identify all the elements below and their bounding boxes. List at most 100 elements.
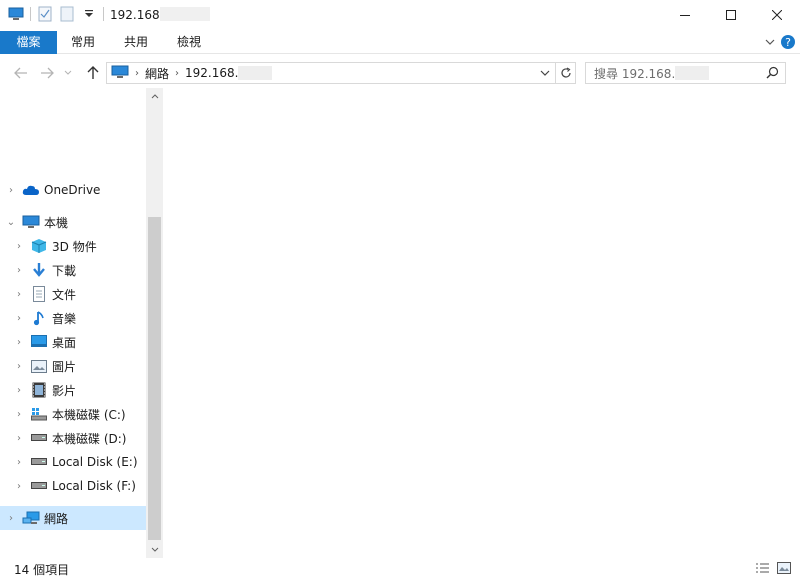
chevron-right-icon[interactable]: › <box>14 433 24 444</box>
view-toggle <box>754 561 792 575</box>
chevron-right-icon[interactable]: › <box>14 409 24 420</box>
tab-file[interactable]: 檔案 <box>0 31 57 54</box>
tree-item-drive-f[interactable]: › Local Disk (F:) <box>0 474 146 498</box>
chevron-right-icon[interactable]: › <box>14 457 24 468</box>
drive-icon <box>30 478 48 494</box>
tree-item-label: 網路 <box>44 511 69 526</box>
network-icon <box>22 510 40 526</box>
window-title-text: 192.168 <box>110 8 160 22</box>
details-view-icon[interactable] <box>754 561 770 575</box>
tree-item-drive-e[interactable]: › Local Disk (E:) <box>0 450 146 474</box>
tree-item-pictures[interactable]: › 圖片 <box>0 354 146 378</box>
chevron-right-icon[interactable]: › <box>14 265 24 276</box>
breadcrumb-chevron-icon[interactable]: › <box>175 68 179 79</box>
desktop-icon <box>30 334 48 350</box>
tree-item-downloads[interactable]: › 下載 <box>0 258 146 282</box>
breadcrumb-network[interactable]: 網路 <box>145 65 169 82</box>
tab-share[interactable]: 共用 <box>112 31 160 54</box>
cube-icon <box>30 238 48 254</box>
ribbon-right-controls: ? <box>764 34 796 53</box>
chevron-down-icon <box>540 70 550 76</box>
chevron-right-icon[interactable]: › <box>14 385 24 396</box>
chevron-right-icon[interactable]: › <box>14 289 24 300</box>
search-placeholder: 搜尋 192.168. <box>594 66 676 81</box>
chevron-right-icon[interactable]: › <box>14 241 24 252</box>
refresh-button[interactable] <box>556 62 576 84</box>
tree-item-music[interactable]: › 音樂 <box>0 306 146 330</box>
computer-icon <box>111 65 129 82</box>
tree-item-label: Local Disk (E:) <box>52 455 138 469</box>
expand-ribbon-icon[interactable] <box>764 36 776 51</box>
item-count: 14 個項目 <box>14 563 70 577</box>
maximize-button[interactable] <box>708 0 754 30</box>
navigation-scrollbar[interactable] <box>146 88 163 558</box>
redacted-region <box>238 66 273 80</box>
breadcrumb-chevron-icon[interactable]: › <box>135 68 139 79</box>
file-list-area[interactable] <box>163 88 800 558</box>
download-arrow-icon <box>30 262 48 278</box>
scroll-thumb[interactable] <box>148 217 161 540</box>
forward-button[interactable] <box>38 64 56 82</box>
chevron-right-icon[interactable]: › <box>14 313 24 324</box>
chevron-right-icon[interactable]: › <box>6 185 16 196</box>
tab-view[interactable]: 檢視 <box>165 31 213 54</box>
tree-item-label: 本機磁碟 (D:) <box>52 431 127 446</box>
tree-item-label: Local Disk (F:) <box>52 479 136 493</box>
tree-item-documents[interactable]: › 文件 <box>0 282 146 306</box>
chevron-right-icon[interactable]: › <box>6 513 16 524</box>
minimize-button[interactable] <box>662 0 708 30</box>
help-icon[interactable]: ? <box>780 34 796 53</box>
tree-item-label: 音樂 <box>52 311 77 326</box>
tab-home[interactable]: 常用 <box>59 31 107 54</box>
tree-item-videos[interactable]: › 影片 <box>0 378 146 402</box>
close-button[interactable] <box>754 0 800 30</box>
chevron-right-icon[interactable]: › <box>14 361 24 372</box>
search-box[interactable]: 搜尋 192.168. <box>585 62 786 84</box>
large-icons-view-icon[interactable] <box>776 561 792 575</box>
chevron-right-icon[interactable]: › <box>14 337 24 348</box>
picture-icon <box>30 358 48 374</box>
back-button[interactable] <box>12 64 30 82</box>
chevron-down-icon <box>64 70 72 75</box>
tree-item-network[interactable]: › 網路 <box>0 506 146 530</box>
status-bar: 14 個項目 <box>0 558 800 580</box>
customize-toolbar-dropdown-icon[interactable] <box>81 6 97 22</box>
window-title: 192.168 <box>110 7 210 22</box>
title-bar: 192.168 <box>0 0 800 30</box>
svg-text:?: ? <box>785 36 791 49</box>
address-bar[interactable]: › 網路 › 192.168. <box>106 62 556 84</box>
tree-item-drive-d[interactable]: › 本機磁碟 (D:) <box>0 426 146 450</box>
forward-arrow-icon <box>41 67 54 79</box>
chevron-down-icon[interactable]: ⌄ <box>6 217 16 228</box>
back-arrow-icon <box>14 67 27 79</box>
cloud-icon <box>22 182 40 198</box>
tree-item-label: 影片 <box>52 383 77 398</box>
navigation-pane[interactable]: › OneDrive ⌄ 本機 › 3D 物件 › 下載 › 文件 › 音樂 ›… <box>0 88 163 558</box>
tree-item-this-pc[interactable]: ⌄ 本機 <box>0 210 146 234</box>
scroll-up-icon[interactable] <box>146 88 163 105</box>
new-folder-icon[interactable] <box>59 6 75 22</box>
recent-locations-dropdown[interactable] <box>62 64 74 82</box>
tree-item-label: 本機 <box>44 215 69 230</box>
tree-item-3d-objects[interactable]: › 3D 物件 <box>0 234 146 258</box>
tree-item-onedrive[interactable]: › OneDrive <box>0 178 146 202</box>
tree-item-desktop[interactable]: › 桌面 <box>0 330 146 354</box>
tree-item-label: 3D 物件 <box>52 239 97 254</box>
scroll-down-icon[interactable] <box>146 541 163 558</box>
up-button[interactable] <box>84 64 102 82</box>
search-icon[interactable] <box>766 66 779 82</box>
redacted-region <box>675 66 710 80</box>
quick-access-toolbar <box>8 6 104 22</box>
tree-item-drive-c[interactable]: › 本機磁碟 (C:) <box>0 402 146 426</box>
computer-icon <box>8 6 24 22</box>
properties-icon[interactable] <box>37 6 53 22</box>
address-history-dropdown[interactable] <box>537 65 553 81</box>
drive-icon <box>30 454 48 470</box>
breadcrumb-ip[interactable]: 192.168. <box>185 66 238 80</box>
tree-item-label: OneDrive <box>44 183 101 197</box>
tree-item-label: 圖片 <box>52 359 77 374</box>
tree-item-label: 文件 <box>52 287 77 302</box>
computer-icon <box>22 214 40 230</box>
chevron-right-icon[interactable]: › <box>14 481 24 492</box>
refresh-icon <box>560 67 571 78</box>
